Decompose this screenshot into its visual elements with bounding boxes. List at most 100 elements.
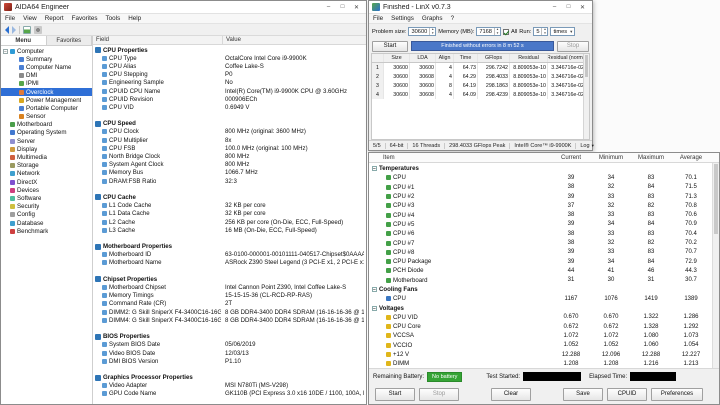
- expander-icon[interactable]: [3, 229, 8, 234]
- expander-icon[interactable]: [379, 333, 384, 338]
- info-row[interactable]: Video Adapter MSI N780Ti (MS-V298): [93, 382, 366, 390]
- report-icon[interactable]: [23, 26, 31, 34]
- clear-button[interactable]: Clear: [491, 388, 531, 401]
- info-row[interactable]: L2 Cache 256 KB per core (On-Die, ECC, F…: [93, 218, 366, 226]
- run-count-input[interactable]: 5: [533, 27, 548, 36]
- info-row[interactable]: System BIOS Date 05/06/2019: [93, 341, 366, 349]
- info-row[interactable]: CPU Properties: [93, 46, 366, 54]
- info-row[interactable]: CPUID Revision 000906ECh: [93, 95, 366, 103]
- preferences-icon[interactable]: [34, 26, 42, 34]
- sidebar-tree-item[interactable]: − Computer: [1, 47, 92, 55]
- expander-icon[interactable]: [3, 155, 8, 160]
- close-button[interactable]: [576, 2, 589, 13]
- info-row[interactable]: CPU Type OctalCore Intel Core i9-9900K: [93, 54, 366, 62]
- sidebar-tree-item[interactable]: Motherboard: [1, 121, 92, 129]
- info-row[interactable]: CPU FSB 100.0 MHz (original: 100 MHz): [93, 144, 366, 152]
- log-dropdown[interactable]: Log: [576, 143, 597, 149]
- info-row[interactable]: [93, 112, 366, 120]
- info-row[interactable]: [93, 185, 366, 193]
- expander-icon[interactable]: [12, 57, 17, 62]
- expander-icon[interactable]: [12, 73, 17, 78]
- menu-item[interactable]: Report: [41, 15, 68, 22]
- expander-icon[interactable]: [3, 163, 8, 168]
- problem-size-input[interactable]: 30600: [408, 27, 436, 36]
- info-row[interactable]: Motherboard ID 63-0100-000001-00101111-0…: [93, 251, 366, 259]
- expander-icon[interactable]: [3, 130, 8, 135]
- expander-icon[interactable]: [3, 122, 8, 127]
- info-row[interactable]: DMI BIOS Version P1.10: [93, 357, 366, 365]
- expander-icon[interactable]: [379, 175, 384, 180]
- menu-item[interactable]: Settings: [387, 15, 418, 22]
- expander-icon[interactable]: [379, 203, 384, 208]
- expander-icon[interactable]: [379, 315, 384, 320]
- menu-item[interactable]: ?: [447, 15, 459, 22]
- menu-item[interactable]: File: [1, 15, 19, 22]
- expander-icon[interactable]: −: [372, 166, 377, 171]
- sidebar-tree-item[interactable]: Power Management: [1, 96, 92, 104]
- expander-icon[interactable]: [3, 147, 8, 152]
- menu-item[interactable]: Tools: [102, 15, 125, 22]
- info-row[interactable]: CPU Speed: [93, 120, 366, 128]
- memory-spinner[interactable]: [494, 28, 500, 35]
- info-row[interactable]: CPU Multiplier 8x: [93, 136, 366, 144]
- info-row[interactable]: Command Rate (CR) 2T: [93, 300, 366, 308]
- sidebar-tree-item[interactable]: Summary: [1, 55, 92, 63]
- expander-icon[interactable]: [379, 241, 384, 246]
- maximize-button[interactable]: [562, 2, 575, 13]
- stop-button[interactable]: Stop: [419, 388, 459, 401]
- sidebar-tree-item[interactable]: Server: [1, 137, 92, 145]
- minimize-button[interactable]: [322, 2, 335, 13]
- sidebar-tree-item[interactable]: Sensor: [1, 113, 92, 121]
- tab-menu[interactable]: Menu: [1, 36, 47, 45]
- expander-icon[interactable]: [12, 65, 17, 70]
- sidebar-tree-item[interactable]: Computer Name: [1, 63, 92, 71]
- info-row[interactable]: CPUID CPU Name Intel(R) Core(TM) i9-9900…: [93, 87, 366, 95]
- tab-favorites[interactable]: Favorites: [47, 36, 93, 45]
- forward-icon[interactable]: [12, 26, 16, 34]
- memory-input[interactable]: 7168: [476, 27, 501, 36]
- expander-icon[interactable]: [379, 361, 384, 366]
- info-row[interactable]: CPU Cache: [93, 193, 366, 201]
- column-header-field[interactable]: Field: [93, 36, 223, 44]
- expander-icon[interactable]: [3, 188, 8, 193]
- expander-icon[interactable]: [12, 90, 17, 95]
- info-row[interactable]: CPU Alias Coffee Lake-S: [93, 62, 366, 70]
- linx-titlebar[interactable]: Finished - LinX v0.7.3: [369, 1, 592, 14]
- sidebar-tree-item[interactable]: Network: [1, 170, 92, 178]
- scrollbar-thumb[interactable]: [714, 164, 718, 234]
- close-button[interactable]: [350, 2, 363, 13]
- info-row[interactable]: Graphics Processor Properties: [93, 374, 366, 382]
- stop-button[interactable]: Stop: [557, 41, 589, 52]
- column-header-value[interactable]: Value: [223, 36, 366, 44]
- expander-icon[interactable]: [3, 221, 8, 226]
- info-row[interactable]: Motherboard Chipset Intel Cannon Point Z…: [93, 283, 366, 291]
- sidebar-tree-item[interactable]: Multimedia: [1, 153, 92, 161]
- expander-icon[interactable]: [379, 352, 384, 357]
- sidebar-tree-item[interactable]: Storage: [1, 162, 92, 170]
- info-row[interactable]: [93, 324, 366, 332]
- all-checkbox[interactable]: [503, 29, 509, 35]
- aida64-titlebar[interactable]: AIDA64 Engineer: [1, 1, 366, 14]
- sidebar-tree-item[interactable]: Database: [1, 219, 92, 227]
- info-row[interactable]: CPU VID 0.6949 V: [93, 103, 366, 111]
- sidebar-tree-item[interactable]: Operating System: [1, 129, 92, 137]
- expander-icon[interactable]: [3, 180, 8, 185]
- info-row[interactable]: Memory Timings 15-15-15-36 (CL-RCD-RP-RA…: [93, 292, 366, 300]
- sidebar-tree-item[interactable]: IPMI: [1, 80, 92, 88]
- info-row[interactable]: Memory Bus 1066.7 MHz: [93, 169, 366, 177]
- start-button[interactable]: Start: [375, 388, 415, 401]
- preferences-button[interactable]: Preferences: [651, 388, 703, 401]
- sidebar-tree-item[interactable]: Config: [1, 211, 92, 219]
- info-row[interactable]: [93, 365, 366, 373]
- expander-icon[interactable]: [379, 324, 384, 329]
- info-row[interactable]: L1 Code Cache 32 KB per core: [93, 202, 366, 210]
- expander-icon[interactable]: [379, 213, 384, 218]
- info-row[interactable]: DIMM2: G Skill SniperX F4-3400C16-16GSXW…: [93, 308, 366, 316]
- expander-icon[interactable]: [3, 212, 8, 217]
- expander-icon[interactable]: [379, 278, 384, 283]
- expander-icon[interactable]: [379, 268, 384, 273]
- sidebar-tree-item[interactable]: Security: [1, 203, 92, 211]
- info-row[interactable]: DIMM4: G Skill SniperX F4-3400C16-16GSXW…: [93, 316, 366, 324]
- expander-icon[interactable]: −: [3, 49, 8, 54]
- sidebar-tree-item[interactable]: Overclock: [1, 88, 92, 96]
